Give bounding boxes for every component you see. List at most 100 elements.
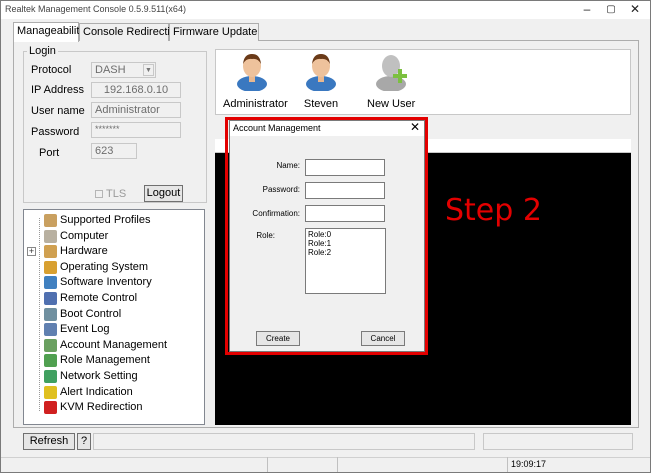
tree-item-label: Network Setting bbox=[60, 370, 138, 382]
close-button[interactable]: ✕ bbox=[623, 1, 647, 19]
new-user-icon bbox=[376, 55, 407, 92]
tree-item-hardware[interactable]: + Hardware bbox=[24, 245, 204, 260]
checkbox-icon bbox=[95, 190, 103, 198]
tree-item-label: Computer bbox=[60, 229, 109, 242]
dialog-password-input[interactable] bbox=[305, 182, 385, 199]
port-label: Port bbox=[39, 147, 60, 159]
role-list[interactable]: Role:0 Role:1 Role:2 bbox=[305, 228, 386, 294]
user-name-field[interactable]: Administrator bbox=[91, 102, 181, 118]
remote-icon bbox=[44, 292, 57, 305]
role-label: Role: bbox=[256, 231, 275, 240]
network-icon bbox=[44, 370, 57, 383]
tree-item-label: Operating System bbox=[60, 260, 149, 273]
tree-item-boot-control[interactable]: Boot Control bbox=[24, 307, 204, 323]
hardware-icon bbox=[44, 245, 57, 259]
password-field[interactable]: ******* bbox=[91, 122, 181, 138]
tree-item-network-setting[interactable]: Network Setting bbox=[24, 370, 204, 385]
status-progress-field bbox=[483, 433, 633, 450]
computer-icon bbox=[44, 229, 57, 243]
eventlog-icon bbox=[44, 323, 57, 337]
tree-item-label: Account Management bbox=[60, 338, 168, 351]
user-administrator[interactable]: Administrator bbox=[223, 51, 288, 110]
dialog-password-label: Password: bbox=[262, 185, 300, 194]
app-window: Realtek Management Console 0.5.9.511(x64… bbox=[0, 0, 651, 473]
tree-item-alert-indication[interactable]: Alert Indication bbox=[24, 385, 204, 401]
window-title: Realtek Management Console 0.5.9.511(x64… bbox=[5, 4, 186, 14]
tree-item-supported-profiles[interactable]: Supported Profiles bbox=[24, 214, 204, 229]
status-cell bbox=[337, 457, 507, 472]
tree-item-role-management[interactable]: Role Management bbox=[24, 354, 204, 369]
dialog-title-bar: Account Management ✕ bbox=[230, 120, 424, 136]
user-new[interactable]: New User bbox=[367, 51, 415, 110]
maximize-button[interactable]: ▢ bbox=[599, 1, 623, 19]
tree-item-label: Hardware bbox=[60, 245, 108, 258]
status-time: 19:09:17 bbox=[507, 457, 650, 472]
ip-address-field[interactable]: 192.168.0.10 bbox=[91, 82, 181, 98]
user-name-new: New User bbox=[367, 98, 416, 110]
tree-item-label: Alert Indication bbox=[60, 385, 133, 398]
user-admin-icon bbox=[237, 54, 267, 92]
kvm-icon bbox=[44, 401, 57, 415]
tree-item-label: Software Inventory bbox=[60, 276, 152, 289]
cancel-button[interactable]: Cancel bbox=[361, 331, 405, 346]
protocol-label: Protocol bbox=[31, 64, 72, 76]
confirmation-label: Confirmation: bbox=[252, 209, 300, 218]
create-button[interactable]: Create bbox=[256, 331, 300, 346]
refresh-button[interactable]: Refresh bbox=[23, 433, 75, 450]
tree-item-account-management[interactable]: Account Management bbox=[24, 338, 204, 354]
status-cell bbox=[267, 457, 337, 472]
tree-item-label: Supported Profiles bbox=[60, 214, 151, 226]
password-label: Password bbox=[31, 126, 80, 138]
chevron-down-icon: ▼ bbox=[143, 64, 154, 76]
confirmation-input[interactable] bbox=[305, 205, 385, 222]
tree-item-remote-control[interactable]: Remote Control bbox=[24, 292, 204, 307]
name-input[interactable] bbox=[305, 159, 385, 176]
status-message-field bbox=[93, 433, 475, 450]
login-legend: Login bbox=[27, 45, 58, 57]
step-annotation: Step 2 bbox=[445, 193, 542, 228]
tree-item-event-log[interactable]: Event Log bbox=[24, 323, 204, 338]
software-icon bbox=[44, 276, 57, 290]
account-icon bbox=[44, 338, 57, 352]
dialog-title: Account Management bbox=[233, 123, 321, 133]
title-bar: Realtek Management Console 0.5.9.511(x64… bbox=[1, 1, 650, 19]
alert-icon bbox=[44, 385, 57, 399]
help-button[interactable]: ? bbox=[77, 433, 91, 450]
dialog-close-icon[interactable]: ✕ bbox=[410, 120, 420, 134]
tree-item-software-inventory[interactable]: Software Inventory bbox=[24, 276, 204, 291]
os-icon bbox=[44, 260, 57, 274]
role-option[interactable]: Role:1 bbox=[308, 239, 383, 248]
tls-label: TLS bbox=[106, 188, 127, 200]
role-option[interactable]: Role:2 bbox=[308, 248, 383, 257]
boot-icon bbox=[44, 307, 57, 321]
role-option[interactable]: Role:0 bbox=[308, 230, 383, 239]
minimize-button[interactable]: – bbox=[575, 1, 599, 19]
port-field[interactable]: 623 bbox=[91, 143, 137, 159]
user-steven[interactable]: Steven bbox=[301, 51, 341, 110]
protocol-value: DASH bbox=[95, 64, 126, 76]
tree-item-kvm-redirection[interactable]: KVM Redirection bbox=[24, 401, 204, 416]
tls-checkbox[interactable]: TLS bbox=[95, 188, 126, 200]
tree-item-operating-system[interactable]: Operating System bbox=[24, 260, 204, 276]
user-steven-icon bbox=[306, 54, 336, 92]
expand-icon[interactable]: + bbox=[27, 247, 36, 257]
protocol-select[interactable]: DASH ▼ bbox=[91, 62, 156, 78]
user-name-label: User name bbox=[31, 105, 85, 117]
user-name-administrator: Administrator bbox=[223, 98, 288, 110]
logout-button[interactable]: Logout bbox=[144, 185, 183, 202]
name-label: Name: bbox=[276, 161, 300, 170]
role-icon bbox=[44, 354, 57, 368]
tree-item-computer[interactable]: Computer bbox=[24, 229, 204, 245]
tree-item-label: Remote Control bbox=[60, 292, 138, 304]
tab-console-redirection[interactable]: Console Redirection bbox=[79, 23, 182, 41]
tree-item-label: Role Management bbox=[60, 354, 150, 367]
tab-firmware-update[interactable]: Firmware Update bbox=[169, 23, 259, 41]
tree-item-label: Boot Control bbox=[60, 307, 122, 320]
user-name-steven: Steven bbox=[303, 98, 339, 110]
tab-manageability[interactable]: Manageability bbox=[13, 22, 85, 42]
tree-item-label: Event Log bbox=[60, 323, 110, 336]
account-management-dialog: Account Management ✕ Name: Password: Con… bbox=[229, 120, 425, 352]
feature-tree: Supported Profiles Computer + Hardware Opera… bbox=[23, 209, 205, 425]
ip-address-label: IP Address bbox=[31, 84, 84, 96]
profiles-icon bbox=[44, 214, 57, 227]
